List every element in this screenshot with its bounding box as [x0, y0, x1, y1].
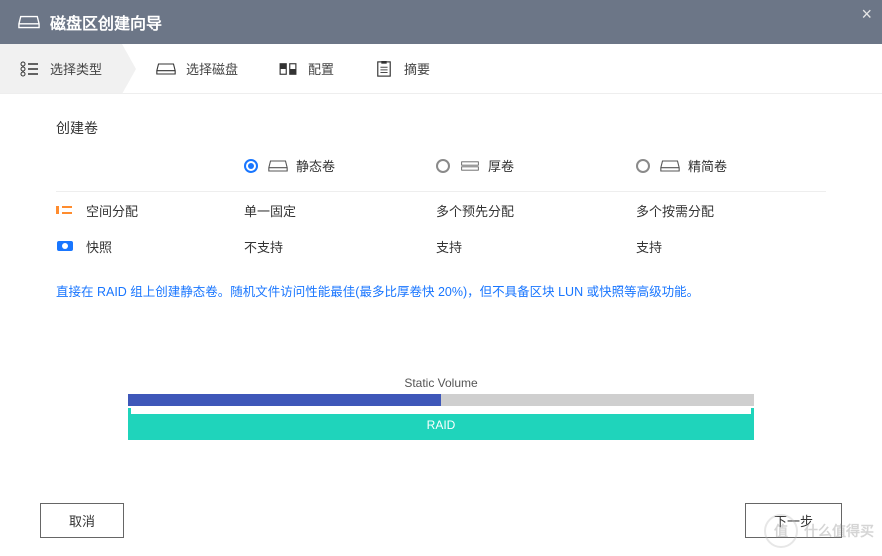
raid-bar: RAID [128, 414, 754, 440]
watermark-badge: 值 [764, 514, 798, 548]
attr-value: 支持 [636, 237, 662, 256]
volume-option-label: 静态卷 [296, 156, 335, 175]
step-label: 选择类型 [50, 59, 102, 78]
description-text: 直接在 RAID 组上创建静态卷。随机文件访问性能最佳(最多比厚卷快 20%)，… [56, 282, 826, 302]
radio-icon [436, 159, 450, 173]
space-icon [56, 203, 74, 217]
attr-row-snapshot: 快照 不支持 支持 支持 [56, 228, 826, 264]
step-label: 摘要 [404, 59, 430, 78]
disk-icon [156, 61, 176, 77]
window-title: 磁盘区创建向导 [50, 10, 162, 34]
disk-icon [18, 14, 40, 30]
config-icon [278, 61, 298, 77]
attr-value: 多个按需分配 [636, 201, 714, 220]
section-title: 创建卷 [56, 118, 826, 138]
static-volume-label: Static Volume [128, 376, 754, 390]
attr-value: 单一固定 [244, 201, 436, 220]
volume-option-label: 厚卷 [488, 156, 514, 175]
watermark-text: 什么值得买 [804, 521, 874, 541]
titlebar: 磁盘区创建向导 × [0, 0, 882, 44]
static-volume-fill [128, 394, 441, 406]
step-label: 配置 [308, 59, 334, 78]
wizard-footer: 取消 下一步 [0, 503, 882, 538]
volume-option-thick[interactable]: 厚卷 [436, 156, 636, 175]
step-configure[interactable]: 配置 [258, 44, 354, 93]
volume-option-thin[interactable]: 精简卷 [636, 156, 727, 175]
volume-type-row: 静态卷 厚卷 精简卷 [56, 156, 826, 175]
step-select-disk[interactable]: 选择磁盘 [136, 44, 258, 93]
step-label: 选择磁盘 [186, 59, 238, 78]
wizard-content: 创建卷 静态卷 厚卷 精简卷 [0, 94, 882, 440]
static-volume-empty [441, 394, 754, 406]
volume-option-label: 精简卷 [688, 156, 727, 175]
volume-diagram: Static Volume RAID [56, 376, 826, 440]
drive-icon [660, 159, 680, 173]
step-select-type[interactable]: 选择类型 [0, 44, 122, 93]
cancel-button[interactable]: 取消 [40, 503, 124, 538]
static-volume-bar [128, 394, 754, 406]
volume-option-static[interactable]: 静态卷 [244, 156, 436, 175]
wizard-steps: 选择类型 选择磁盘 配置 摘要 [0, 44, 882, 94]
summary-icon [374, 61, 394, 77]
drive-icon [268, 159, 288, 173]
attr-value: 不支持 [244, 237, 436, 256]
watermark: 值 什么值得买 [764, 514, 874, 548]
radio-icon [244, 159, 258, 173]
radio-icon [636, 159, 650, 173]
attr-label: 快照 [86, 237, 112, 256]
close-icon[interactable]: × [861, 4, 872, 25]
drive-stack-icon [460, 159, 480, 173]
attr-row-space: 空间分配 单一固定 多个预先分配 多个按需分配 [56, 192, 826, 228]
raid-label: RAID [427, 418, 456, 432]
list-icon [20, 61, 40, 77]
attr-value: 支持 [436, 237, 636, 256]
attr-value: 多个预先分配 [436, 201, 636, 220]
snapshot-icon [56, 239, 74, 253]
attr-label: 空间分配 [86, 201, 138, 220]
step-summary[interactable]: 摘要 [354, 44, 450, 93]
attributes-grid: 空间分配 单一固定 多个预先分配 多个按需分配 快照 不支持 支持 支持 [56, 191, 826, 264]
